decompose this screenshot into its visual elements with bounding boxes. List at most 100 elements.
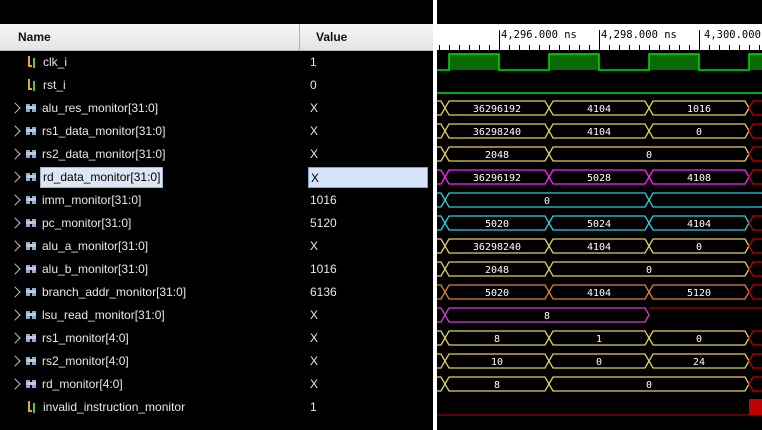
bit-signal-icon: [28, 401, 35, 413]
bus-value-label: 8: [494, 334, 500, 345]
signal-value: 6136: [310, 285, 337, 299]
signal-row[interactable]: rs1_monitor[4:0]: [0, 327, 300, 350]
expand-chevron-icon[interactable]: [9, 332, 21, 344]
expand-chevron-icon[interactable]: [9, 194, 21, 206]
signal-row[interactable]: imm_monitor[31:0]: [0, 189, 300, 212]
expand-chevron-icon[interactable]: [9, 102, 21, 114]
signal-value: 1: [310, 400, 317, 414]
signal-row[interactable]: rs2_monitor[4:0]: [0, 350, 300, 373]
signal-row[interactable]: branch_addr_monitor[31:0]: [0, 281, 300, 304]
signal-row[interactable]: alu_a_monitor[31:0]: [0, 235, 300, 258]
bus-segment: [648, 192, 762, 208]
signal-row[interactable]: rd_monitor[4:0]: [0, 373, 300, 396]
signal-value: X: [310, 239, 319, 253]
bus-lead-in: [437, 353, 446, 369]
bus-signal-icon: [26, 242, 36, 250]
clock-high-fill: [449, 54, 499, 70]
x-state-segment: [748, 238, 762, 254]
signal-value: 1016: [310, 193, 337, 207]
signal-row[interactable]: alu_res_monitor[31:0]: [0, 97, 300, 120]
signal-row[interactable]: rs1_data_monitor[31:0]: [0, 120, 300, 143]
bus-value-label: 0: [544, 196, 550, 207]
bus-value-label: 4104: [587, 288, 611, 299]
signal-row[interactable]: clk_i: [0, 51, 300, 74]
expand-chevron-icon[interactable]: [9, 286, 21, 298]
ruler-time-label: 4,298.000 ns: [601, 29, 677, 41]
signal-value-selected[interactable]: X: [308, 167, 428, 188]
bus-lead-in: [437, 215, 446, 231]
bus-value-label: 36298240: [473, 127, 521, 138]
bus-value-label: 36298240: [473, 242, 521, 253]
bus-value-label: 10: [491, 357, 503, 368]
signal-name-label: invalid_instruction_monitor: [43, 400, 186, 414]
x-state-segment: [748, 376, 762, 392]
signal-value: X: [310, 354, 319, 368]
signal-value: X: [310, 377, 319, 391]
signal-row[interactable]: rd_data_monitor[31:0]: [0, 166, 300, 189]
bus-signal-icon: [26, 311, 36, 319]
bus-value-label: 0: [696, 127, 702, 138]
signal-high-fill: [749, 399, 762, 415]
expand-chevron-icon[interactable]: [9, 355, 21, 367]
bus-value-label: 1: [596, 334, 602, 345]
bus-value-label: 0: [596, 357, 602, 368]
expand-chevron-icon[interactable]: [9, 171, 21, 183]
signal-name-label: rst_i: [43, 78, 66, 92]
ruler-time-label: 4,296.000 ns: [501, 29, 577, 41]
bus-value-label: 4108: [687, 173, 711, 184]
clock-high-fill: [549, 54, 599, 70]
bus-value-label: 5020: [485, 288, 509, 299]
signal-row[interactable]: invalid_instruction_monitor: [0, 396, 300, 419]
expand-chevron-icon[interactable]: [9, 240, 21, 252]
bus-value-label: 1016: [687, 104, 711, 115]
bus-lead-in: [437, 376, 446, 392]
bus-signal-icon: [26, 196, 36, 204]
signal-row[interactable]: rs2_data_monitor[31:0]: [0, 143, 300, 166]
bus-signal-icon: [26, 334, 36, 342]
bus-value-label: 5020: [485, 219, 509, 230]
bus-lead-in: [437, 169, 446, 185]
signal-row[interactable]: lsu_read_monitor[31:0]: [0, 304, 300, 327]
bus-lead-in: [437, 192, 446, 208]
signal-row[interactable]: alu_b_monitor[31:0]: [0, 258, 300, 281]
expand-chevron-icon[interactable]: [9, 148, 21, 160]
signal-value: 1: [310, 55, 317, 69]
signal-name-label: alu_a_monitor[31:0]: [42, 239, 149, 253]
bus-value-label: 4104: [587, 242, 611, 253]
waveform-pane[interactable]: 4,296.000 ns 4,298.000 ns 4,300.000 3629619…: [437, 0, 762, 430]
signal-value: X: [310, 124, 319, 138]
x-state-segment: [748, 284, 762, 300]
signal-value: X: [310, 331, 319, 345]
x-state-segment: [748, 169, 762, 185]
x-state-segment: [748, 215, 762, 231]
bus-signal-icon: [26, 288, 36, 296]
bus-lead-in: [437, 284, 446, 300]
signal-name-label: alu_res_monitor[31:0]: [42, 101, 159, 115]
value-toolbar-strip: [300, 0, 433, 24]
bus-value-label: 8: [544, 311, 550, 322]
expand-chevron-icon[interactable]: [9, 309, 21, 321]
name-toolbar-strip: [0, 0, 300, 24]
clock-high-fill: [749, 54, 762, 70]
signal-name-label: rs1_monitor[4:0]: [42, 331, 129, 345]
expand-chevron-icon[interactable]: [9, 217, 21, 229]
name-column-header[interactable]: Name: [0, 24, 300, 51]
bus-signal-icon: [26, 104, 36, 112]
expand-chevron-icon[interactable]: [9, 125, 21, 137]
bus-signal-icon: [26, 380, 36, 388]
expand-chevron-icon[interactable]: [9, 263, 21, 275]
bus-value-label: 4104: [587, 104, 611, 115]
bus-lead-in: [437, 123, 446, 139]
signal-row[interactable]: pc_monitor[31:0]: [0, 212, 300, 235]
bus-value-label: 0: [646, 265, 652, 276]
signal-name-label: imm_monitor[31:0]: [42, 193, 142, 207]
signal-value: X: [310, 147, 319, 161]
expand-chevron-icon[interactable]: [9, 378, 21, 390]
value-column-header[interactable]: Value: [300, 24, 433, 51]
bus-value-label: 5028: [587, 173, 611, 184]
bus-lead-in: [437, 307, 446, 323]
signal-row[interactable]: rst_i: [0, 74, 300, 97]
value-pane: Value 1 0 X X X X 1016 5120 X 1016 6136 X X X X 1: [300, 0, 433, 430]
signal-name-label: alu_b_monitor[31:0]: [42, 262, 149, 276]
waveform-canvas[interactable]: 4,296.000 ns 4,298.000 ns 4,300.000 3629619…: [437, 0, 762, 430]
